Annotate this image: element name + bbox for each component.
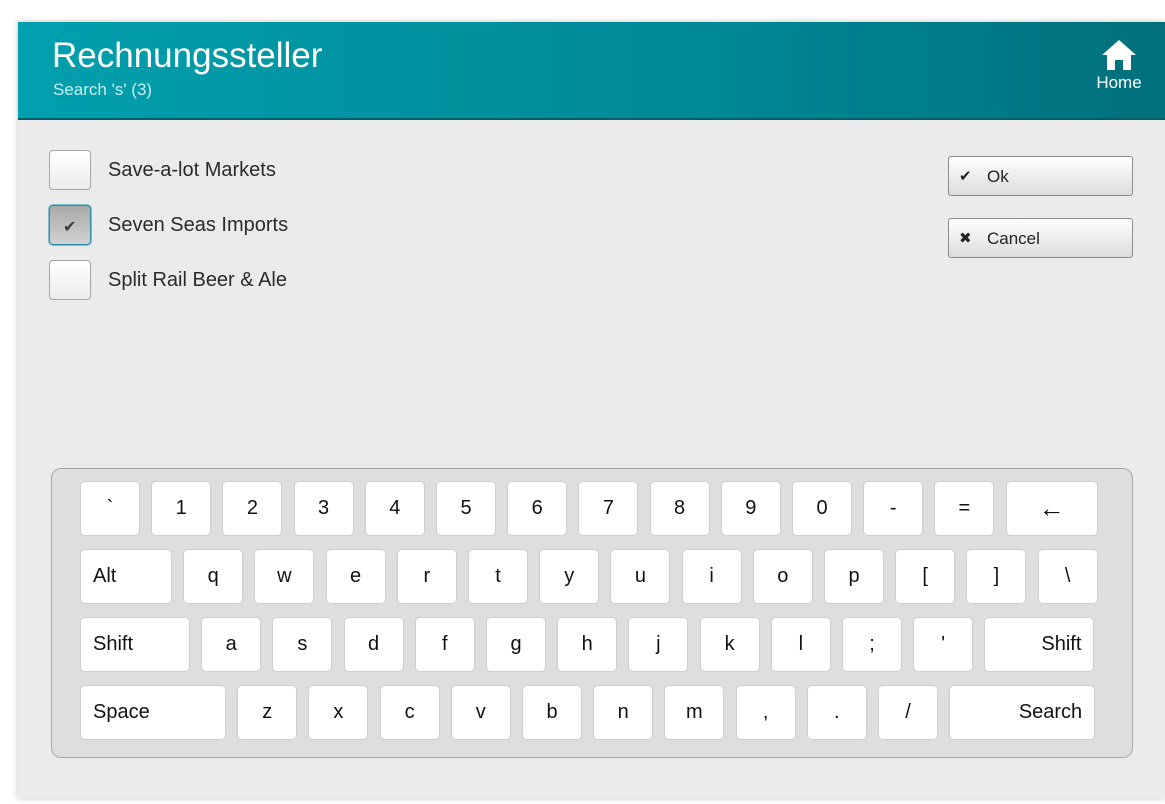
key-space[interactable]: Space — [80, 685, 226, 740]
list-item-label: Split Rail Beer & Ale — [108, 269, 287, 291]
search-subtitle: Search 's' (3) — [53, 80, 153, 99]
key-1[interactable]: 1 — [151, 481, 212, 536]
key-v[interactable]: v — [450, 685, 511, 740]
key-d[interactable]: d — [343, 617, 404, 672]
list-item-label: Save-a-lot Markets — [108, 159, 276, 181]
key-p[interactable]: p — [824, 549, 884, 604]
key-backtick[interactable]: ` — [80, 481, 140, 536]
key-comma[interactable]: , — [735, 685, 796, 740]
key-j[interactable]: j — [628, 617, 689, 672]
key-e[interactable]: e — [325, 549, 386, 604]
key-3[interactable]: 3 — [293, 481, 354, 536]
key-semicolon[interactable]: ; — [842, 617, 902, 672]
checkbox-checked[interactable]: ✔ — [49, 205, 91, 245]
on-screen-keyboard: ` 1 2 3 4 5 6 7 8 9 0- = ← Alt q w e r t y u i o p[] \ Shift a s d f g… — [51, 468, 1133, 758]
key-period[interactable]: . — [806, 685, 867, 740]
header-bar: Rechnungssteller Search 's' (3) Home — [18, 22, 1165, 120]
key-k[interactable]: k — [699, 617, 760, 672]
key-y[interactable]: y — [539, 549, 600, 604]
checkmark-icon: ✔ — [959, 168, 972, 185]
key-backslash[interactable]: \ — [1037, 549, 1098, 604]
key-minus[interactable]: - — [863, 481, 924, 536]
ok-button[interactable]: ✔ Ok — [948, 156, 1133, 196]
key-b[interactable]: b — [522, 685, 582, 740]
close-circle-icon: ✖ — [959, 230, 972, 247]
key-a[interactable]: a — [201, 617, 262, 672]
key-g[interactable]: g — [486, 617, 546, 672]
key-9[interactable]: 9 — [720, 481, 781, 536]
cancel-button[interactable]: ✖ Cancel — [948, 218, 1133, 258]
key-h[interactable]: h — [557, 617, 618, 672]
key-5[interactable]: 5 — [436, 481, 496, 536]
key-i[interactable]: i — [681, 549, 742, 604]
page-title: Rechnungssteller — [52, 36, 323, 75]
key-6[interactable]: 6 — [507, 481, 568, 536]
key-apostrophe[interactable]: ' — [913, 617, 974, 672]
key-search[interactable]: Search — [949, 685, 1096, 740]
key-8[interactable]: 8 — [649, 481, 710, 536]
key-7[interactable]: 7 — [578, 481, 639, 536]
key-l[interactable]: l — [770, 617, 831, 672]
home-button[interactable]: Home — [1089, 36, 1149, 106]
key-w[interactable]: w — [254, 549, 315, 604]
app-window: Rechnungssteller Search 's' (3) Home Sav… — [18, 22, 1165, 798]
key-t[interactable]: t — [468, 549, 528, 604]
key-n[interactable]: n — [593, 685, 654, 740]
key-u[interactable]: u — [610, 549, 671, 604]
key-alt[interactable]: Alt — [80, 549, 172, 604]
home-icon — [1102, 40, 1136, 70]
key-z[interactable]: z — [237, 685, 298, 740]
list-item-label: Seven Seas Imports — [108, 214, 289, 236]
key-backspace[interactable]: ← — [1005, 481, 1098, 536]
key-shift[interactable]: Shift — [80, 617, 190, 672]
checkbox[interactable] — [49, 150, 91, 190]
key-s[interactable]: s — [272, 617, 333, 672]
key-q[interactable]: q — [183, 549, 244, 604]
key-4[interactable]: 4 — [364, 481, 425, 536]
key-c[interactable]: c — [379, 685, 440, 740]
cancel-label: Cancel — [987, 229, 1040, 248]
key-o[interactable]: o — [752, 549, 813, 604]
key-equals[interactable]: = — [934, 481, 995, 536]
key-2[interactable]: 2 — [222, 481, 283, 536]
key-f[interactable]: f — [414, 617, 475, 672]
checkmark-icon: ✔ — [63, 219, 77, 236]
key-right-bracket[interactable]: ] — [966, 549, 1027, 604]
key-x[interactable]: x — [308, 685, 369, 740]
checkbox[interactable] — [49, 260, 91, 300]
key-r[interactable]: r — [396, 549, 457, 604]
key-slash[interactable]: / — [878, 685, 938, 740]
home-label: Home — [1096, 73, 1142, 92]
key-0[interactable]: 0 — [792, 481, 852, 536]
ok-label: Ok — [987, 167, 1009, 186]
key-left-bracket[interactable]: [ — [895, 549, 956, 604]
key-m[interactable]: m — [664, 685, 725, 740]
key-shift[interactable]: Shift — [984, 617, 1095, 672]
